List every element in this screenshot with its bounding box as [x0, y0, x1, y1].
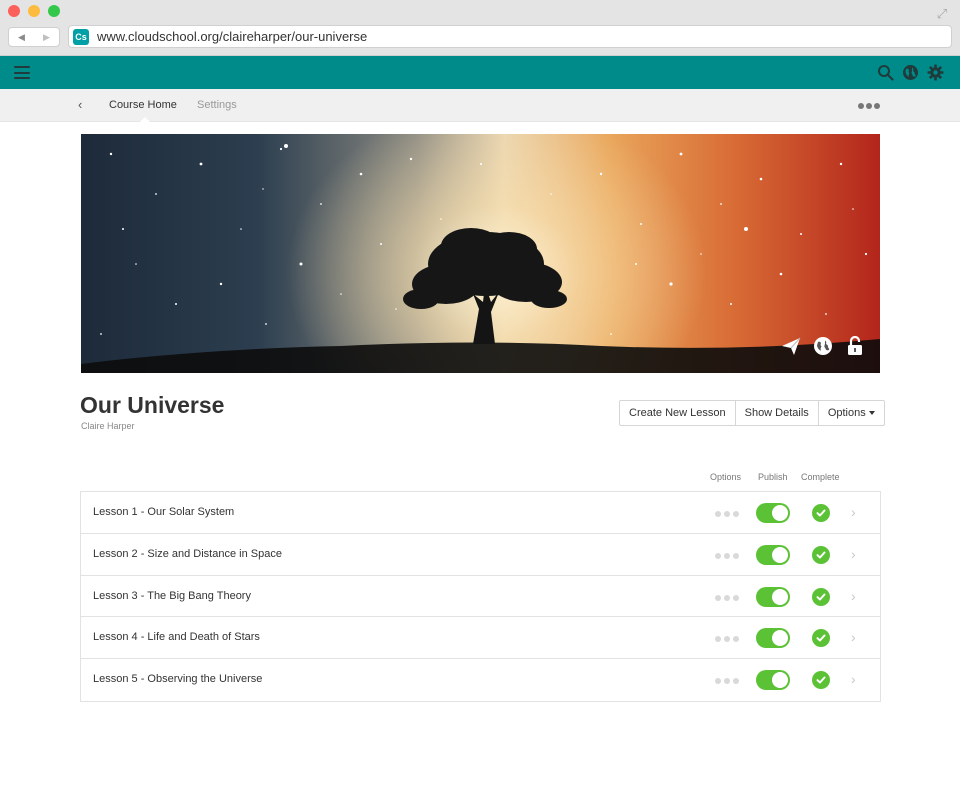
globe-icon[interactable] — [902, 64, 919, 81]
lesson-title[interactable]: Lesson 5 - Observing the Universe — [93, 673, 262, 685]
tab-settings[interactable]: Settings — [197, 99, 237, 111]
tab-course-home[interactable]: Course Home — [109, 99, 177, 123]
course-banner-image — [81, 134, 880, 373]
lesson-row[interactable]: Lesson 5 - Observing the Universe › — [81, 659, 880, 701]
complete-check-icon[interactable] — [812, 671, 830, 690]
lesson-options-icon[interactable] — [715, 511, 739, 517]
publish-toggle[interactable] — [756, 586, 790, 607]
lesson-options-icon[interactable] — [715, 594, 739, 601]
browser-chrome: ⤢ ◀ ▶ Cs www.cloudschool.org/claireharpe… — [0, 0, 960, 56]
complete-check-icon[interactable] — [812, 545, 830, 564]
show-details-button[interactable]: Show Details — [736, 401, 819, 425]
chevron-right-icon[interactable]: › — [851, 629, 856, 645]
lesson-title[interactable]: Lesson 1 - Our Solar System — [93, 506, 234, 518]
publish-toggle[interactable] — [756, 544, 790, 565]
minimize-window-button[interactable] — [28, 5, 40, 17]
lesson-options-icon[interactable] — [715, 636, 739, 643]
unlock-icon[interactable] — [844, 335, 866, 357]
course-actions: Create New Lesson Show Details Options — [619, 400, 885, 426]
lesson-row[interactable]: Lesson 4 - Life and Death of Stars › — [81, 617, 880, 660]
complete-check-icon[interactable] — [812, 504, 830, 522]
send-icon[interactable] — [780, 335, 802, 357]
gear-icon[interactable] — [927, 64, 944, 81]
column-header-options: Options — [710, 472, 742, 482]
course-title: Our Universe — [80, 392, 225, 418]
complete-check-icon[interactable] — [812, 587, 830, 606]
back-chevron-icon[interactable]: ‹ — [78, 97, 82, 112]
address-bar[interactable]: Cs www.cloudschool.org/claireharper/our-… — [68, 25, 952, 48]
window-controls — [8, 5, 60, 17]
column-header-complete: Complete — [801, 472, 840, 482]
options-label: Options — [827, 407, 866, 419]
lesson-row[interactable]: Lesson 3 - The Big Bang Theory › — [81, 576, 880, 618]
chevron-right-icon[interactable]: › — [851, 671, 856, 687]
course-author: Claire Harper — [81, 421, 135, 431]
banner-action-icons — [780, 335, 866, 357]
close-window-button[interactable] — [8, 5, 20, 17]
chevron-right-icon[interactable]: › — [851, 588, 856, 604]
browser-forward-button[interactable]: ▶ — [34, 28, 59, 46]
starfield-tree-illustration — [81, 144, 880, 373]
publish-toggle[interactable] — [756, 628, 790, 649]
globe-icon[interactable] — [812, 335, 834, 357]
lesson-title[interactable]: Lesson 3 - The Big Bang Theory — [93, 590, 251, 602]
column-header-publish: Publish — [758, 472, 788, 482]
chevron-right-icon[interactable]: › — [851, 546, 856, 562]
browser-back-button[interactable]: ◀ — [9, 28, 34, 46]
menu-icon[interactable] — [14, 66, 30, 79]
topbar-icons — [877, 64, 944, 81]
lesson-row[interactable]: Lesson 1 - Our Solar System › — [81, 492, 880, 534]
more-options-icon[interactable] — [858, 103, 880, 109]
publish-toggle[interactable] — [756, 503, 790, 523]
course-subnav: ‹ Course Home Settings — [0, 89, 960, 123]
lesson-row[interactable]: Lesson 2 - Size and Distance in Space › — [81, 534, 880, 576]
create-new-lesson-button[interactable]: Create New Lesson — [620, 401, 736, 425]
lesson-title[interactable]: Lesson 2 - Size and Distance in Space — [93, 548, 282, 560]
app-topbar — [0, 56, 960, 89]
browser-nav-buttons: ◀ ▶ — [8, 27, 60, 47]
site-favicon: Cs — [73, 28, 89, 45]
lesson-title[interactable]: Lesson 4 - Life and Death of Stars — [93, 631, 260, 643]
complete-check-icon[interactable] — [812, 629, 830, 648]
lesson-options-icon[interactable] — [715, 552, 739, 559]
caret-down-icon — [868, 411, 875, 416]
fullscreen-icon[interactable]: ⤢ — [934, 6, 950, 22]
search-icon[interactable] — [877, 64, 894, 81]
maximize-window-button[interactable] — [48, 5, 60, 17]
publish-toggle[interactable] — [756, 670, 790, 691]
lesson-options-icon[interactable] — [715, 678, 739, 685]
lesson-list: Lesson 1 - Our Solar System › Lesson 2 -… — [80, 491, 881, 702]
options-dropdown-button[interactable]: Options — [819, 401, 884, 425]
url-text[interactable]: www.cloudschool.org/claireharper/our-uni… — [97, 29, 367, 44]
chevron-right-icon[interactable]: › — [851, 504, 856, 520]
